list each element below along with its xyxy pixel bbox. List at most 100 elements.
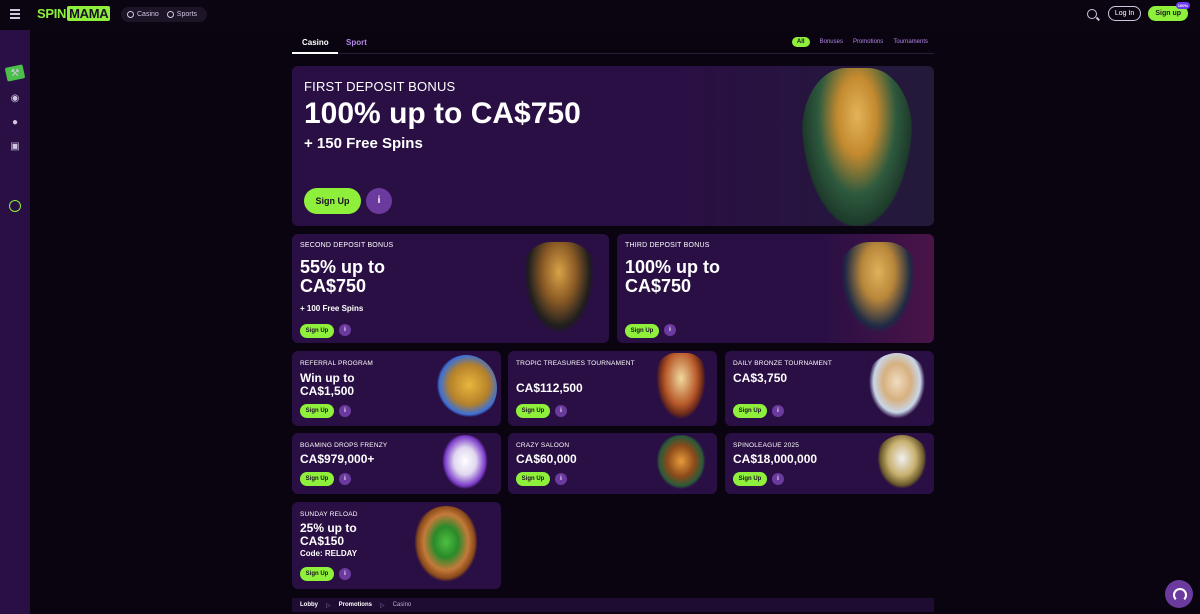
logo-spin: SPIN [37,6,67,21]
filter-promotions[interactable]: Promotions [853,39,883,45]
info-button[interactable]: i [339,473,351,485]
support-chat-icon[interactable] [1165,580,1193,608]
signup-button[interactable]: Sign Up [300,324,334,338]
tab-sport[interactable]: Sport [346,38,367,47]
card-character-image [836,242,920,342]
zeus-image [874,435,930,493]
signup-button[interactable]: Sign Up [516,472,550,486]
breadcrumb-lobby[interactable]: Lobby [300,602,318,608]
info-button[interactable]: i [772,405,784,417]
card-label: SPINOLEAGUE 2025 [733,442,800,449]
mode-sports-label: Sports [176,11,198,18]
gamepad-icon[interactable]: ▣ [9,141,21,153]
card-headline: CA$112,500 [516,381,583,395]
card-label: BGAMING DROPS FRENZY [300,442,388,449]
support-icon[interactable] [9,200,21,212]
filter-all[interactable]: All [791,37,810,47]
logo[interactable]: SPIN MAMA [37,6,111,21]
mode-casino[interactable]: Casino [127,11,159,18]
mode-sports[interactable]: Sports [166,11,198,18]
hero-info-button[interactable]: i [366,188,392,214]
filter-tournaments[interactable]: Tournaments [893,39,928,45]
info-button[interactable]: i [664,324,676,336]
card-headline-line1: 55% up to [300,257,386,277]
card-headline: 100% up to CA$750 [625,258,720,296]
sports-icon [166,11,174,18]
treasure-pot-image [411,506,481,586]
card-spinoleague: SPINOLEAGUE 2025 CA$18,000,000 Sign Up i [725,433,934,494]
mode-switch: Casino Sports [121,7,208,22]
tab-bar: Casino Sport All Bonuses Promotions Tour… [292,30,934,54]
login-button[interactable]: Log In [1107,6,1142,21]
card-sunday-reload: SUNDAY RELOAD 25% up to CA$150 Code: RELD… [292,502,501,589]
card-label: DAILY BRONZE TOURNAMENT [733,360,833,367]
cowboy-image [653,435,709,493]
filter-bar: All Bonuses Promotions Tournaments [791,37,928,47]
top-bar: SPIN MAMA Casino Sports Log In Sign up 100… [0,0,1200,30]
filter-bonuses[interactable]: Bonuses [820,39,843,45]
tab-casino[interactable]: Casino [302,38,329,47]
card-crazy-saloon: CRAZY SALOON CA$60,000 Sign Up i [508,433,717,494]
hero-headline: 100% up to CA$750 [304,97,581,130]
card-label: CRAZY SALOON [516,442,570,449]
signup-button[interactable]: Sign Up [300,472,334,486]
card-headline-line2: CA$1,500 [300,383,355,398]
info-button[interactable]: i [555,405,567,417]
card-character-image [519,242,599,342]
breadcrumb-separator-icon: ▷ [379,602,385,609]
sidebar: ⚒ ◉ ● ▣ [0,30,30,614]
card-label: SECOND DEPOSIT BONUS [300,242,394,249]
search-icon[interactable] [1086,8,1097,19]
card-referral: REFERRAL PROGRAM Win up to CA$1,500 Sign … [292,351,501,426]
mode-casino-label: Casino [137,11,159,18]
signup-button[interactable]: Sign Up [300,567,334,581]
info-button[interactable]: i [339,324,351,336]
casino-icon [127,11,134,18]
info-button[interactable]: i [339,405,351,417]
card-headline: CA$979,000+ [300,452,375,466]
live-icon[interactable]: ◉ [9,93,21,105]
hero-card: FIRST DEPOSIT BONUS 100% up to CA$750 + … [292,66,934,226]
card-headline: 55% up to CA$750 [300,258,385,296]
hero-signup-button[interactable]: Sign Up [304,188,361,214]
card-headline-line1: 100% up to [625,257,721,277]
card-second-deposit: SECOND DEPOSIT BONUS 55% up to CA$750 + 1… [292,234,609,343]
hero-character-image [802,68,912,226]
menu-icon[interactable] [10,9,20,19]
signup-button[interactable]: Sign Up [300,404,334,418]
info-button[interactable]: i [555,473,567,485]
card-headline: CA$3,750 [733,371,788,385]
card-headline: CA$60,000 [516,452,577,466]
card-tropic-treasures: TROPIC TREASURES TOURNAMENT CA$112,500 S… [508,351,717,426]
card-subline: + 100 Free Spins [300,304,364,313]
card-headline-line1: Win up to [300,371,355,385]
hero-subline: + 150 Free Spins [304,135,423,152]
info-button[interactable]: i [339,568,351,580]
top-actions: Log In Sign up 100% [1086,2,1190,21]
card-headline-line2: CA$150 [300,533,345,548]
signup-button[interactable]: Sign Up [625,324,659,338]
hero-label: FIRST DEPOSIT BONUS [304,79,456,94]
tab-active-indicator [292,52,338,54]
info-button[interactable]: i [772,473,784,485]
breadcrumb-current: Casino [392,602,412,608]
card-character-image [653,353,709,425]
signup-button[interactable]: Sign Up [733,472,767,486]
megaphone-image [435,355,497,421]
card-headline-line2: CA$750 [625,275,692,296]
bike-icon[interactable]: ⚒ [9,68,21,80]
signup-button[interactable]: Sign Up [516,404,550,418]
card-label: TROPIC TREASURES TOURNAMENT [516,360,635,367]
breadcrumb-promotions[interactable]: Promotions [339,602,372,608]
card-headline-line2: CA$750 [300,275,367,296]
signup-button[interactable]: Sign up 100% [1148,2,1190,21]
card-headline: CA$18,000,000 [733,452,818,466]
soccer-icon[interactable]: ● [9,117,21,129]
signup-button[interactable]: Sign Up [733,404,767,418]
card-label: SUNDAY RELOAD [300,511,358,518]
breadcrumb: Lobby ▷ Promotions ▷ Casino [292,598,934,612]
card-third-deposit: THIRD DEPOSIT BONUS 100% up to CA$750 Sig… [617,234,934,343]
signup-badge: 100% [1175,2,1190,9]
card-label: REFERRAL PROGRAM [300,360,374,367]
card-headline-line1: 25% up to [300,521,357,535]
